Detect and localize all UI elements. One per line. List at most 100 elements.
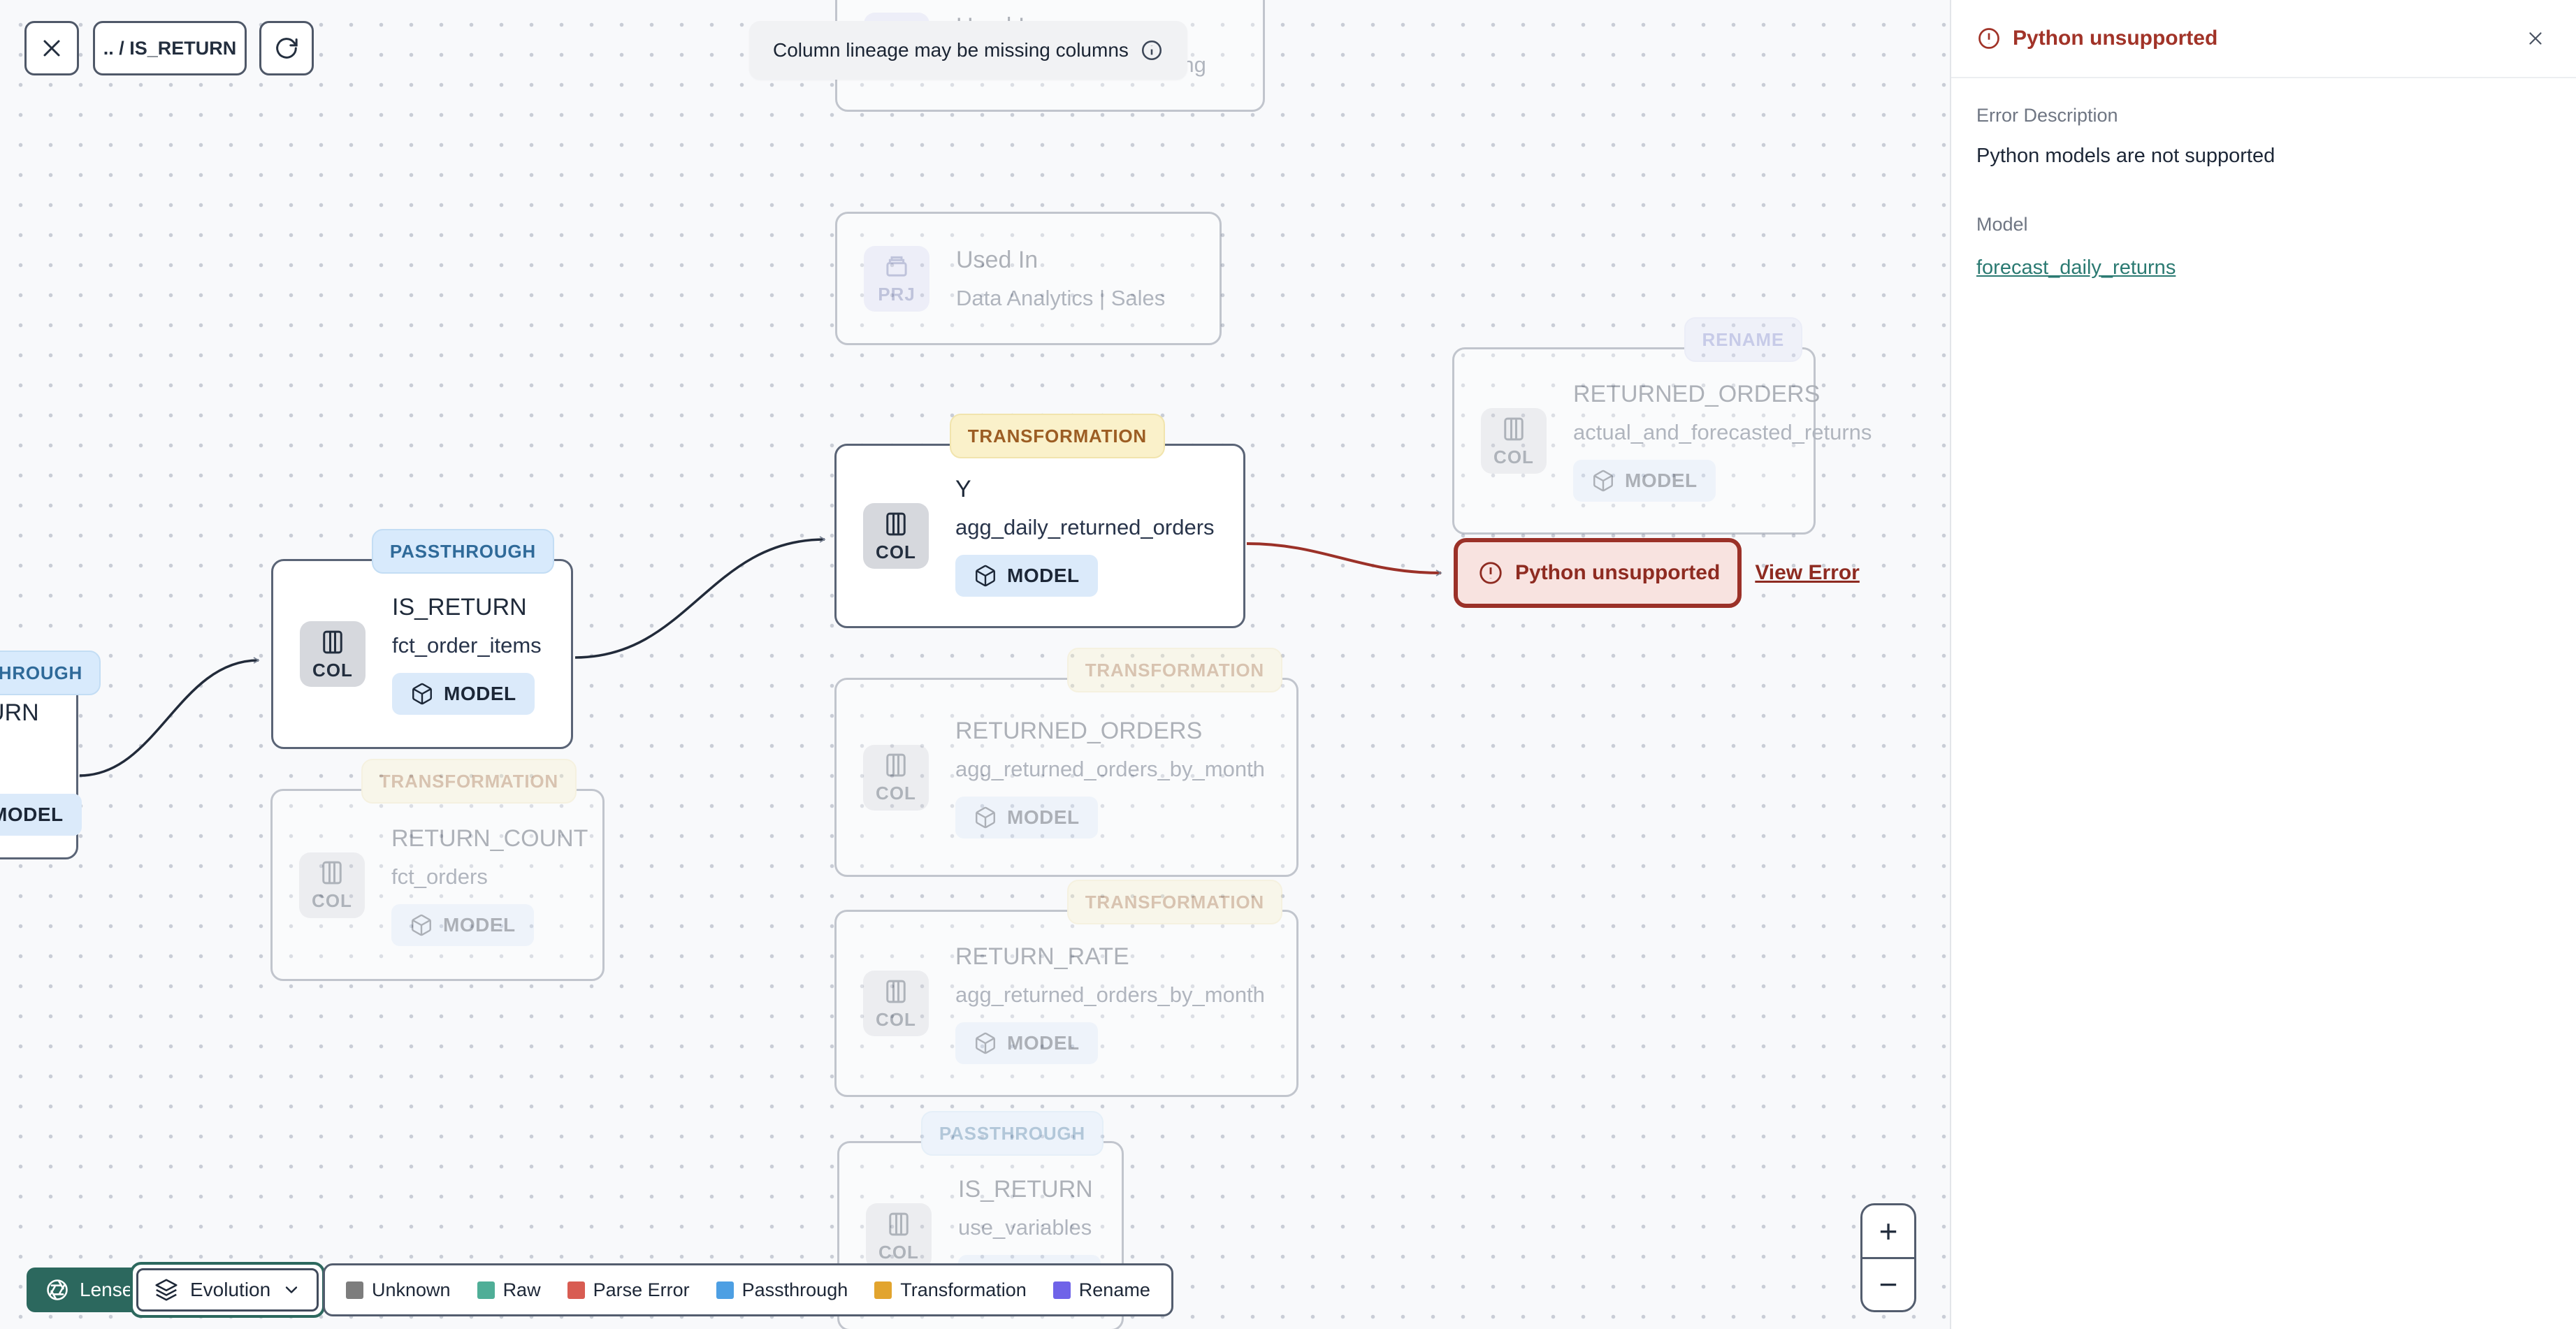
badge-transformation: TRANSFORMATION — [1066, 880, 1282, 924]
node-title: IS_RETURN — [958, 1176, 1093, 1203]
zoom-out-button[interactable]: − — [1862, 1259, 1914, 1311]
col-icon — [881, 977, 911, 1006]
col-icon — [317, 858, 347, 887]
close-icon — [2525, 28, 2546, 49]
legend-swatch — [567, 1281, 585, 1299]
lens-legend: Unknown Raw Parse Error Passthrough Tran… — [323, 1263, 1173, 1316]
legend-item-raw: Raw — [477, 1279, 541, 1301]
legend-item-transformation: Transformation — [874, 1279, 1027, 1301]
node-title: RETURNED_ORDERS — [955, 717, 1203, 744]
refresh-button[interactable] — [259, 21, 314, 75]
model-link[interactable]: forecast_daily_returns — [1976, 256, 2176, 279]
layers-icon — [154, 1277, 179, 1302]
error-detail-panel: Python unsupported Error Description Pyt… — [1950, 0, 2576, 1329]
model-chip: MODEL — [392, 673, 535, 715]
zoom-controls: + − — [1860, 1203, 1916, 1312]
alert-icon — [1477, 560, 1504, 586]
col-icon — [318, 627, 347, 657]
badge-passthrough: PASSTHROUGH — [920, 1111, 1104, 1156]
legend-item-parse-error: Parse Error — [567, 1279, 690, 1301]
node-used-in-sales[interactable]: PRJ Used In Data Analytics | Sales — [835, 212, 1222, 345]
error-chip-python-unsupported[interactable]: Python unsupported View Error — [1454, 538, 1860, 608]
legend-swatch — [716, 1281, 734, 1299]
aperture-icon — [45, 1277, 70, 1302]
column-icon: COL — [866, 1203, 932, 1269]
zoom-in-button[interactable]: + — [1862, 1205, 1914, 1259]
cube-icon — [410, 913, 433, 937]
badge-passthrough: PASSTHROUGH — [371, 529, 554, 574]
legend-item-unknown: Unknown — [346, 1279, 451, 1301]
node-subtitle: use_variables — [958, 1215, 1092, 1240]
node-title: RETURN_COUNT — [391, 825, 588, 852]
refresh-icon — [273, 34, 301, 62]
panel-title: Python unsupported — [2013, 27, 2218, 50]
node-y-agg-daily-returned-orders[interactable]: TRANSFORMATION COL Y agg_daily_returned_… — [834, 414, 1245, 628]
node-is-return-fct-order-items[interactable]: PASSTHROUGH COL IS_RETURN fct_order_item… — [271, 529, 573, 749]
node-title: Used In — [956, 246, 1039, 273]
cube-icon — [974, 564, 997, 588]
node-return-count[interactable]: TRANSFORMATION COL RETURN_COUNT fct_orde… — [270, 759, 605, 981]
node-title: IS_RETURN — [392, 594, 527, 620]
edge-isreturn-to-y — [574, 536, 826, 659]
model-label: Model — [1976, 214, 2028, 235]
panel-close-button[interactable] — [2520, 23, 2551, 54]
node-subtitle: fct_orders — [391, 864, 488, 889]
badge-transformation: TRANSFORMATION — [949, 414, 1165, 458]
node-is-return-upstream[interactable]: PASSTHROUGH COL IS_RETURN fct_order_item… — [0, 651, 101, 859]
alert-icon — [1976, 26, 2002, 51]
column-icon: COL — [1481, 408, 1547, 474]
node-subtitle: agg_daily_returned_orders — [955, 515, 1215, 539]
error-chip-text: Python unsupported — [1515, 561, 1721, 584]
model-chip: MODEL — [0, 794, 82, 836]
column-icon: COL — [863, 744, 929, 811]
prj-icon — [882, 252, 911, 281]
node-title: RETURNED_ORDERS — [1573, 381, 1821, 407]
badge-rename: RENAME — [1684, 317, 1802, 362]
model-chip: MODEL — [1573, 460, 1716, 502]
column-icon: COL — [863, 503, 929, 569]
panel-body: Error Description Python models are not … — [1951, 78, 2576, 306]
legend-swatch — [1052, 1281, 1071, 1299]
model-chip: MODEL — [955, 555, 1098, 597]
column-icon: COL — [299, 852, 365, 918]
project-icon: PRJ — [864, 245, 929, 312]
model-chip: MODEL — [391, 903, 534, 946]
banner-text: Column lineage may be missing columns — [773, 39, 1129, 61]
edge-y-to-error — [1246, 542, 1442, 576]
node-returned-orders-forecast[interactable]: RENAME COL RETURNED_ORDERS actual_and_fo… — [1452, 317, 1872, 535]
model-chip: MODEL — [955, 796, 1098, 838]
col-icon — [884, 1210, 913, 1239]
node-title: RETURN_RATE — [955, 943, 1129, 970]
col-icon — [881, 750, 911, 780]
legend-swatch — [874, 1281, 892, 1299]
chevron-down-icon — [282, 1280, 301, 1300]
lineage-warning-banner: Column lineage may be missing columns — [749, 21, 1187, 80]
cube-icon — [974, 806, 997, 829]
evolution-dropdown[interactable]: Evolution — [130, 1262, 326, 1318]
node-returned-orders-by-month[interactable]: TRANSFORMATION COL RETURNED_ORDERS agg_r… — [834, 648, 1298, 877]
node-subtitle: actual_and_forecasted_returns — [1573, 420, 1872, 444]
panel-header: Python unsupported — [1951, 0, 2576, 77]
cube-icon — [410, 682, 434, 706]
cube-icon — [974, 1031, 997, 1055]
node-subtitle: Data Analytics | Sales — [956, 285, 1166, 310]
legend-swatch — [346, 1281, 363, 1299]
edge-upstream-to-isreturn — [79, 657, 260, 777]
col-icon — [1499, 414, 1528, 444]
node-return-rate[interactable]: TRANSFORMATION COL RETURN_RATE agg_retur… — [834, 880, 1298, 1097]
node-subtitle: agg_returned_orders_by_month — [955, 982, 1265, 1007]
error-description-label: Error Description — [1976, 105, 2118, 126]
legend-item-passthrough: Passthrough — [716, 1279, 848, 1301]
breadcrumb[interactable]: .. / IS_RETURN — [93, 21, 247, 75]
view-error-link[interactable]: View Error — [1755, 561, 1860, 585]
badge-transformation: TRANSFORMATION — [361, 759, 577, 804]
close-lineage-button[interactable] — [24, 21, 79, 75]
legend-item-rename: Rename — [1052, 1279, 1150, 1301]
cube-icon — [1591, 469, 1615, 493]
lineage-canvas[interactable]: PRJ Used In Data Analytics | Marketing P… — [0, 0, 1950, 1329]
column-icon: COL — [863, 971, 929, 1036]
node-subtitle: fct_order_items — [392, 633, 542, 658]
node-subtitle: agg_returned_orders_by_month — [955, 756, 1265, 781]
info-icon[interactable] — [1140, 38, 1164, 62]
close-icon — [38, 34, 66, 62]
